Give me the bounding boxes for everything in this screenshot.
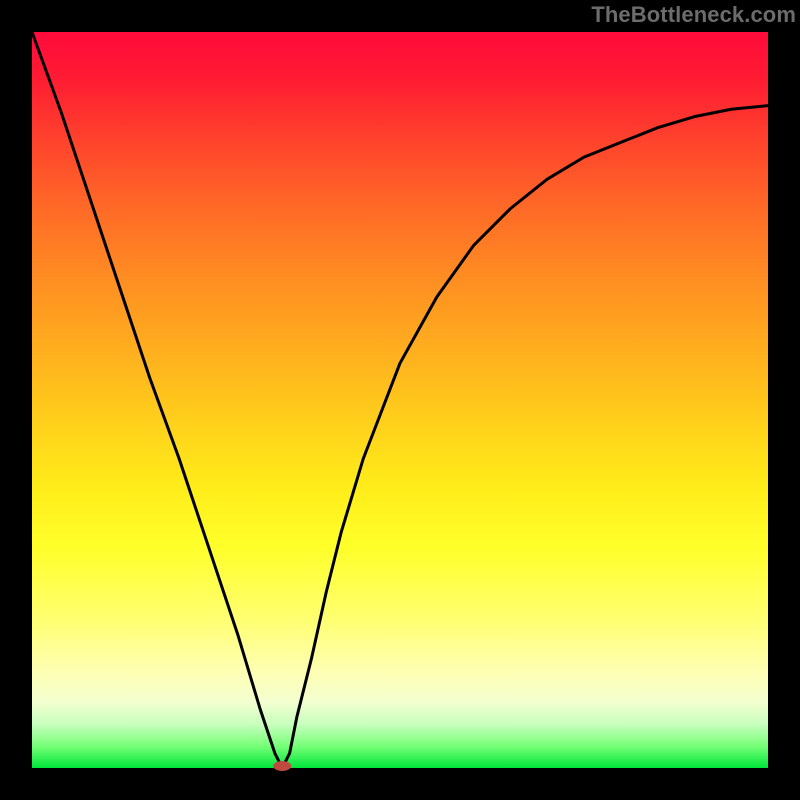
plot-area	[32, 32, 768, 768]
minimum-marker	[273, 761, 291, 771]
watermark-text: TheBottleneck.com	[591, 2, 796, 28]
bottleneck-curve	[32, 32, 768, 768]
chart-frame: TheBottleneck.com	[0, 0, 800, 800]
chart-svg	[32, 32, 768, 768]
